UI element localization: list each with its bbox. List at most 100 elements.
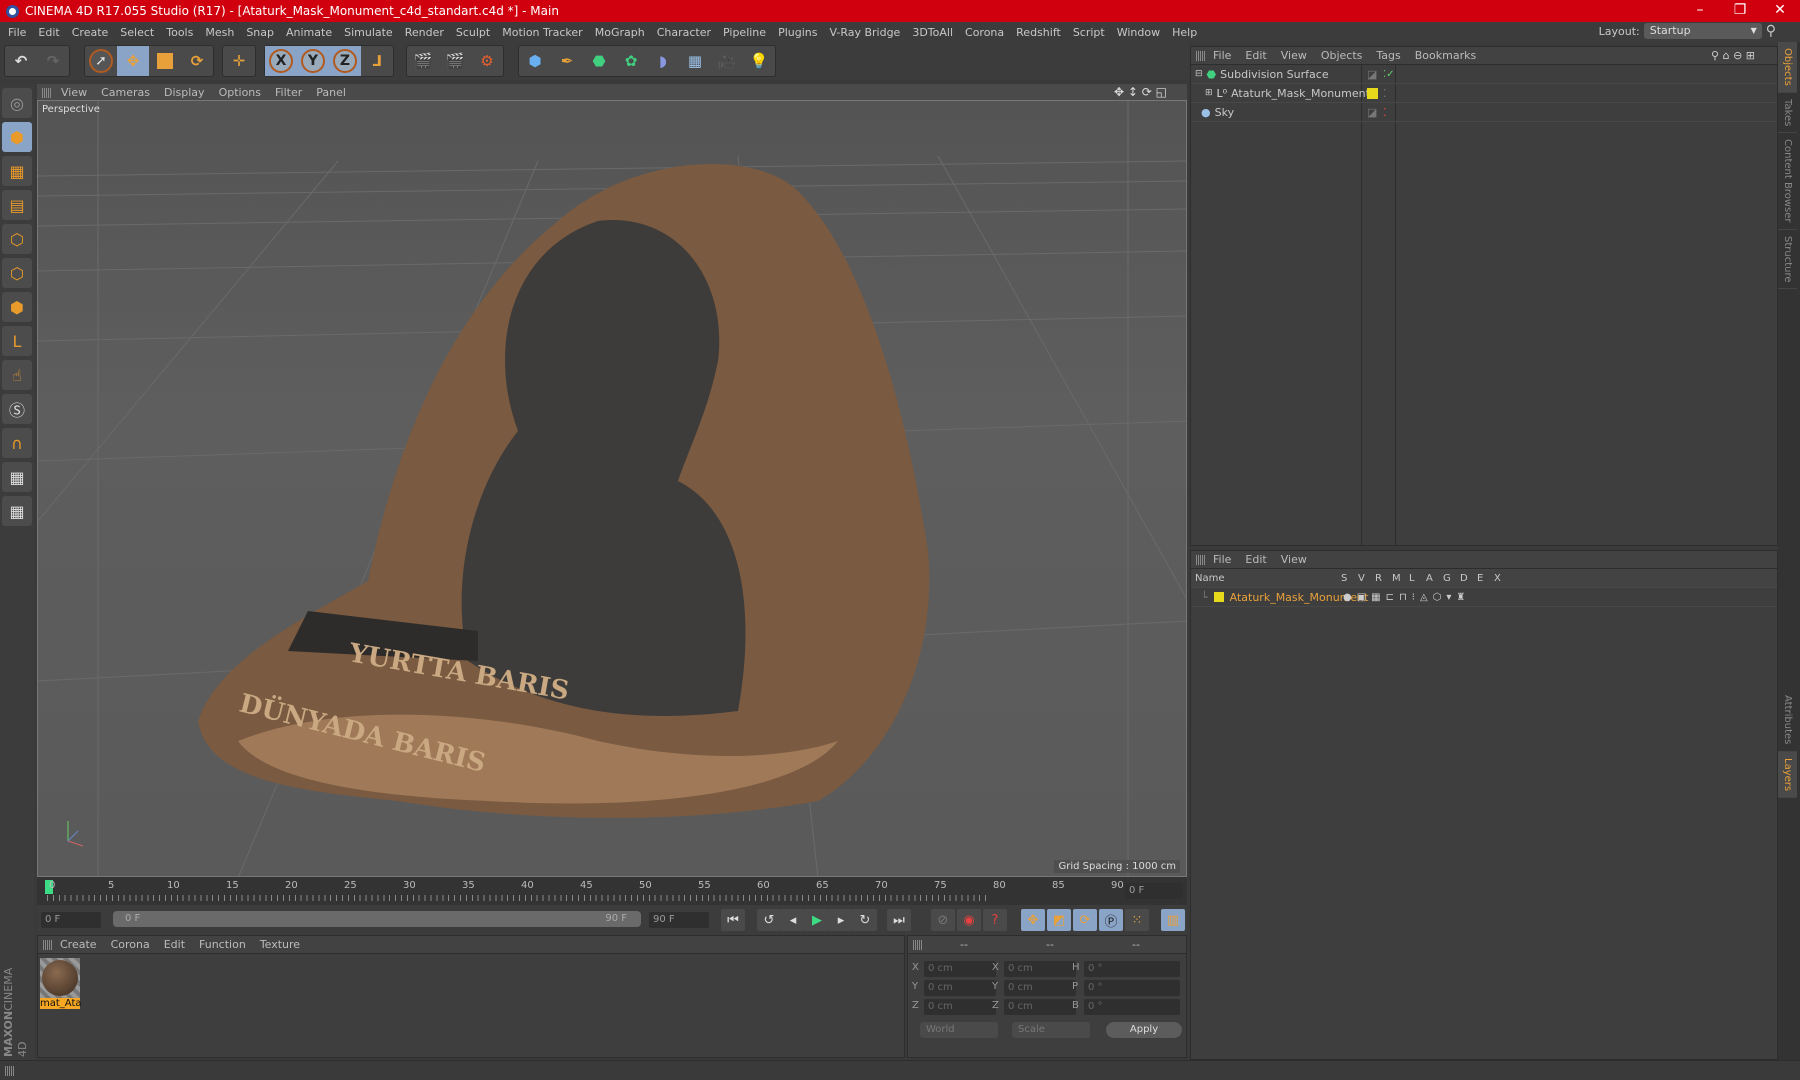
object-menu-objects[interactable]: Objects [1321,49,1363,62]
cube-icon[interactable]: ⬢ [519,46,551,76]
menu-mesh[interactable]: Mesh [205,26,234,39]
floor-icon[interactable]: ▦ [679,46,711,76]
frame-range-slider[interactable]: 0 F 90 F [113,911,641,927]
coord-value-field[interactable]: 0 ° [1084,999,1180,1015]
menu-file[interactable]: File [8,26,26,39]
next-key-button[interactable]: ↻ [853,909,877,931]
material-menu-edit[interactable]: Edit [164,938,185,951]
layer-column-e[interactable]: E [1477,573,1483,584]
viewport-menu-cameras[interactable]: Cameras [101,86,150,99]
menu-plugins[interactable]: Plugins [778,26,817,39]
layer-menu-edit[interactable]: Edit [1245,553,1266,566]
light-icon[interactable]: 💡 [743,46,775,76]
menu-redshift[interactable]: Redshift [1016,26,1061,39]
timeline-window-icon[interactable]: ▥ [1161,909,1185,931]
layer-column-m[interactable]: M [1392,573,1401,584]
menu-3dtoall[interactable]: 3DToAll [912,26,953,39]
side-tab-objects[interactable]: Objects [1778,42,1797,93]
viewport-menu-options[interactable]: Options [219,86,261,99]
object-row-sky[interactable]: ● Sky ◪ ⁚ [1191,103,1777,122]
search-icon[interactable]: ⚲ [1766,23,1776,39]
menu-animate[interactable]: Animate [286,26,332,39]
render-view-icon[interactable]: 🎬 [407,46,439,76]
coordinate-system-icon[interactable]: ⅃ [361,46,393,76]
redo-icon[interactable]: ↷ [37,46,69,76]
coord-transform-dropdown[interactable]: Scale [1012,1022,1090,1038]
layer-menu-file[interactable]: File [1213,553,1231,566]
layer-color-swatch[interactable] [1213,592,1224,602]
coord-value-field[interactable]: 0 cm [924,961,996,977]
coord-value-field[interactable]: 0 cm [924,980,996,996]
close-button[interactable]: ✕ [1760,0,1800,22]
snap-icon[interactable]: Ⓢ [2,394,32,424]
key-position-icon[interactable]: ✥ [1021,909,1045,931]
object-menu-tags[interactable]: Tags [1376,49,1400,62]
go-to-start-button[interactable]: ⏮ [721,909,745,931]
side-tab-content-browser[interactable]: Content Browser [1778,133,1797,230]
timeline-ruler[interactable]: 0 5 10 15 20 25 30 35 40 45 50 55 60 65 70 75 80 85 90 0 F [37,877,1187,905]
make-editable-icon[interactable]: ◎ [2,88,32,118]
coord-value-field[interactable]: 0 cm [1004,980,1076,996]
menu-simulate[interactable]: Simulate [344,26,393,39]
grid-snap-icon[interactable]: ▦ [2,496,32,526]
viewport-menu-filter[interactable]: Filter [275,86,302,99]
key-pla-icon[interactable]: ⁙ [1125,909,1149,931]
layer-column-s[interactable]: S [1341,573,1347,584]
subdivision-icon[interactable]: ⬣ [583,46,615,76]
end-frame-field[interactable]: 90 F [649,912,709,928]
menu-create[interactable]: Create [72,26,109,39]
coord-value-field[interactable]: 0 cm [1004,961,1076,977]
side-tab-attributes[interactable]: Attributes [1778,689,1797,752]
undo-icon[interactable]: ↶ [5,46,37,76]
menu-snap[interactable]: Snap [246,26,274,39]
enabled-check-icon[interactable]: ⁚✓ [1383,69,1395,80]
model-mode-icon[interactable]: ⬢ [2,122,32,152]
layer-menu-view[interactable]: View [1281,553,1307,566]
menu-pipeline[interactable]: Pipeline [723,26,766,39]
viewport-menu-view[interactable]: View [61,86,87,99]
visibility-dots-icon[interactable]: ⁚ [1383,87,1387,100]
grid-lock-icon[interactable]: ▦ [2,462,32,492]
layer-column-d[interactable]: D [1460,573,1468,584]
menu-motion-tracker[interactable]: Motion Tracker [502,26,582,39]
material-menu-function[interactable]: Function [199,938,246,951]
z-axis-lock[interactable]: Z [329,46,361,76]
panel-grip[interactable] [5,1066,15,1076]
key-scale-icon[interactable]: ◩ [1047,909,1071,931]
object-menu-bookmarks[interactable]: Bookmarks [1415,49,1476,62]
tweak-mode-icon[interactable]: ☝ [2,360,32,390]
side-tab-takes[interactable]: Takes [1778,93,1797,134]
side-tab-layers[interactable]: Layers [1778,751,1797,798]
panel-grip[interactable] [913,940,923,950]
rotate-tool-icon[interactable]: ⟳ [181,46,213,76]
layer-column-g[interactable]: G [1443,573,1451,584]
layer-color-swatch[interactable] [1367,87,1378,99]
coord-value-field[interactable]: 0 ° [1084,961,1180,977]
render-picture-viewer-icon[interactable]: 🎬 [439,46,471,76]
select-tool-icon[interactable]: ➚ [85,46,117,76]
menu-select[interactable]: Select [120,26,154,39]
material-menu-texture[interactable]: Texture [260,938,300,951]
object-row-monument[interactable]: ⊞ L⁰ Ataturk_Mask_Monument ⁚ [1191,84,1777,103]
minimize-button[interactable]: – [1680,0,1720,22]
object-manager-nav-icons[interactable]: ⚲ ⌂ ⊖ ⊞ [1711,49,1755,62]
panel-grip[interactable] [1196,555,1206,565]
material-menu-corona[interactable]: Corona [111,938,150,951]
panel-grip[interactable] [42,88,52,98]
camera-icon[interactable]: 🎥 [711,46,743,76]
scale-tool-icon[interactable] [149,46,181,76]
workplane-icon[interactable]: ▤ [2,190,32,220]
panel-grip[interactable] [1196,51,1206,61]
menu-window[interactable]: Window [1117,26,1160,39]
3d-viewport[interactable]: YURTTA BARIS DÜNYADA BARIS Perspective G… [37,100,1187,877]
coord-value-field[interactable]: 0 cm [924,999,996,1015]
polygons-mode-icon[interactable]: ⬢ [2,292,32,322]
menu-tools[interactable]: Tools [166,26,193,39]
record-disabled-icon[interactable]: ⊘ [931,909,955,931]
next-frame-button[interactable]: ▸ [829,909,853,931]
cloner-icon[interactable]: ✿ [615,46,647,76]
layer-column-a[interactable]: A [1426,573,1433,584]
autokey-icon[interactable]: ◉ [957,909,981,931]
layer-column-l[interactable]: L [1409,573,1415,584]
restore-button[interactable]: ❐ [1720,0,1760,22]
